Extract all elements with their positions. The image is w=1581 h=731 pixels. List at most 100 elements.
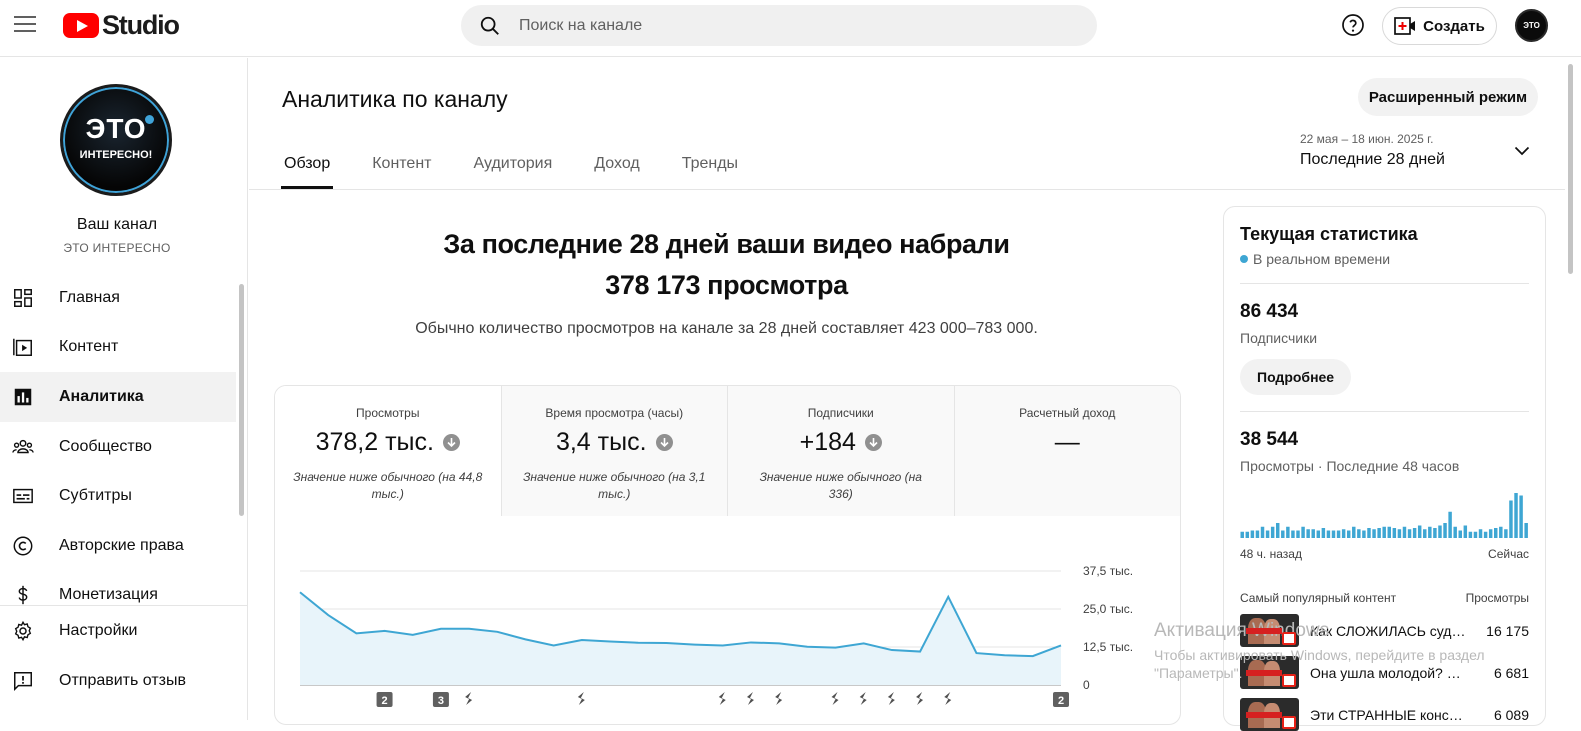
sidebar-item-label: Аналитика (59, 387, 144, 405)
community-icon (12, 439, 34, 453)
sidebar-item-feedback[interactable]: Отправить отзыв (0, 656, 247, 706)
realtime-bar (1250, 530, 1255, 538)
shorts-marker-icon (577, 692, 585, 705)
sidebar-item-subtitles[interactable]: Субтитры (0, 471, 236, 521)
search-icon[interactable] (479, 15, 501, 37)
search-bar (461, 5, 1097, 46)
shorts-marker-icon (944, 692, 952, 705)
realtime-bar (1514, 493, 1518, 538)
realtime-bar (1326, 530, 1331, 538)
sidebar-item-analytics[interactable]: Аналитика (0, 372, 236, 422)
y-tick-label: 12,5 тыс. (1083, 640, 1133, 654)
shorts-marker-icon (775, 692, 783, 705)
top-content-item[interactable]: Как СЛОЖИЛАСЬ судьба... 16 175 (1240, 614, 1529, 647)
channel-avatar[interactable]: ЭТО ИНТЕРЕСНО! (60, 84, 172, 196)
video-views: 6 089 (1493, 706, 1529, 723)
realtime-bar (1458, 530, 1462, 538)
account-avatar-text: ЭТО (1523, 21, 1540, 30)
sidebar-item-copyright[interactable]: Авторские права (0, 521, 236, 571)
video-title: Она ушла молодой? Что... (1310, 664, 1470, 681)
video-views: 16 175 (1486, 622, 1529, 639)
series-area (300, 592, 1061, 685)
youtube-play-icon (63, 12, 99, 38)
realtime-axis: 48 ч. назад Сейчас (1240, 547, 1529, 561)
metric-value: — (1054, 428, 1080, 456)
realtime-bar (1519, 495, 1523, 538)
realtime-bar (1311, 529, 1315, 538)
realtime-bar (1428, 526, 1432, 538)
divider (1240, 283, 1529, 284)
tab-audience[interactable]: Аудитория (470, 155, 555, 189)
realtime-bar (1499, 526, 1503, 538)
content-icon (13, 339, 32, 357)
realtime-bar-chart (1240, 493, 1528, 538)
realtime-bar (1306, 529, 1310, 538)
realtime-bar (1286, 526, 1290, 538)
realtime-bar (1483, 531, 1488, 538)
realtime-bar (1336, 530, 1341, 538)
metric-tabs: Просмотры 378,2 тыс. Значение ниже обычн… (275, 386, 1180, 516)
period-label: Последние 28 дней (1300, 151, 1445, 168)
views-chart-area: 37,5 тыс. 25,0 тыс. 12,5 тыс. 0 2 3 2 (275, 516, 1180, 724)
page-scrollbar[interactable] (1565, 58, 1581, 720)
see-more-button[interactable]: Подробнее (1240, 359, 1352, 395)
realtime-bar (1412, 528, 1417, 538)
y-tick-label: 0 (1083, 678, 1090, 692)
dollar-icon (18, 586, 28, 605)
top-content-item[interactable]: Она ушла молодой? Что... 6 681 (1240, 656, 1529, 689)
shorts-icon (1282, 674, 1296, 687)
top-content-views-header: Просмотры (1465, 591, 1529, 605)
channel-title: Ваш канал (76, 216, 158, 233)
metric-subscribers[interactable]: Подписчики +184 Значение ниже обычного (… (727, 386, 954, 516)
sidebar-item-label: Сообщество (59, 437, 152, 455)
realtime-bar (1331, 530, 1336, 538)
video-count-label: 2 (1058, 695, 1064, 707)
realtime-bar (1423, 529, 1427, 538)
sidebar-item-settings[interactable]: Настройки (0, 606, 247, 656)
studio-logo[interactable]: Studio (63, 10, 180, 40)
sidebar-scrollbar[interactable] (239, 284, 244, 516)
metric-label: Время просмотра (часы) (545, 406, 684, 420)
realtime-bar (1504, 529, 1508, 538)
tab-trends[interactable]: Тренды (679, 155, 741, 189)
sidebar-item-label: Отправить отзыв (59, 672, 186, 689)
menu-icon[interactable] (14, 16, 36, 34)
help-icon[interactable] (1341, 13, 1365, 37)
realtime-bar (1407, 529, 1412, 538)
dashboard-icon (14, 288, 32, 307)
metric-views[interactable]: Просмотры 378,2 тыс. Значение ниже обычн… (275, 386, 501, 516)
metric-revenue[interactable]: Расчетный доход — (953, 386, 1180, 516)
search-input[interactable] (519, 16, 1059, 35)
headline-line-2: 378 173 просмотра (605, 270, 848, 300)
create-button[interactable]: Создать (1382, 7, 1497, 45)
realtime-bar (1367, 528, 1371, 538)
tab-content[interactable]: Контент (369, 155, 434, 189)
advanced-mode-button[interactable]: Расширенный режим (1358, 78, 1538, 116)
shorts-icon (1282, 632, 1296, 645)
shorts-marker-icon (916, 692, 924, 705)
channel-avatar-small: ИНТЕРЕСНО! (79, 149, 153, 161)
top-bar: Studio Создать ЭТО (0, 0, 1581, 57)
realtime-bar (1291, 530, 1295, 538)
arrow-down-icon (442, 434, 460, 451)
date-range: 22 мая – 18 июн. 2025 г. (1300, 132, 1434, 146)
video-thumbnail (1240, 698, 1299, 731)
realtime-bar (1392, 528, 1397, 538)
realtime-bar (1245, 531, 1250, 538)
tab-overview[interactable]: Обзор (281, 155, 334, 189)
realtime-card: Текущая статистика В реальном времени 86… (1223, 206, 1546, 731)
headline-line-1: За последние 28 дней ваши видео набрали (443, 229, 1010, 259)
metric-watch-time[interactable]: Время просмотра (часы) 3,4 тыс. Значение… (500, 386, 727, 516)
tab-revenue[interactable]: Доход (591, 155, 642, 189)
sidebar-item-content[interactable]: Контент (0, 323, 236, 373)
top-content-item[interactable]: Эти СТРАННЫЕ консерв... 6 089 (1240, 698, 1529, 731)
video-title: Как СЛОЖИЛАСЬ судьба... (1310, 622, 1470, 639)
account-avatar[interactable]: ЭТО (1515, 9, 1548, 42)
sidebar-item-dashboard[interactable]: Главная (0, 273, 236, 323)
realtime-bar (1463, 525, 1468, 538)
date-range-picker[interactable]: 22 мая – 18 июн. 2025 г. Последние 28 дн… (1300, 132, 1540, 169)
realtime-bar (1494, 528, 1498, 538)
sidebar-item-community[interactable]: Сообщество (0, 422, 236, 472)
metric-value: +184 (799, 428, 856, 456)
sidebar-item-label: Субтитры (59, 487, 132, 505)
